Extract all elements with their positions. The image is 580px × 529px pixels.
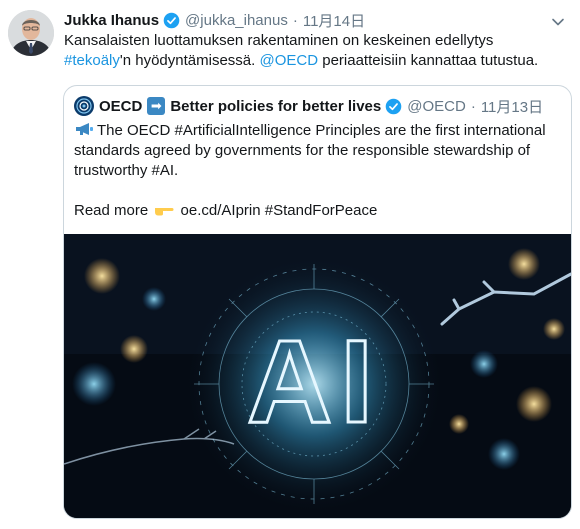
ai-artwork: AI xyxy=(64,234,571,518)
author-handle[interactable]: @jukka_ihanus xyxy=(185,12,288,29)
quoted-author-name[interactable]: OECD xyxy=(99,98,142,115)
quoted-text: The OECD #ArtificialIntelligence Princip… xyxy=(74,121,560,221)
megaphone-icon xyxy=(76,123,93,135)
avatar-portrait xyxy=(8,10,54,56)
tweet-text-part-3: periaatteisiin kannattaa tutustua. xyxy=(318,52,539,69)
tweet-text: Kansalaisten luottamuksen rakentaminen o… xyxy=(64,31,564,71)
quoted-media-image[interactable]: AI xyxy=(64,234,571,518)
verified-badge-icon xyxy=(385,98,402,114)
verified-badge-icon xyxy=(163,12,180,28)
quoted-link[interactable]: oe.cd/AIprin #StandForPeace xyxy=(181,202,378,219)
quoted-date[interactable]: 11月13日 xyxy=(481,96,543,117)
separator-dot: · xyxy=(292,11,298,29)
avatar[interactable] xyxy=(8,10,54,56)
quoted-header: OECD ➡ Better policies for better lives … xyxy=(74,95,543,117)
arrow-right-icon: ➡ xyxy=(147,97,166,115)
chevron-down-icon[interactable] xyxy=(548,12,568,32)
quoted-handle[interactable]: @OECD xyxy=(407,98,466,115)
pointing-hand-icon xyxy=(155,208,174,216)
quoted-body: The OECD #ArtificialIntelligence Princip… xyxy=(74,122,546,179)
ai-letters: AI xyxy=(247,316,381,448)
oecd-logo-icon xyxy=(74,96,94,116)
author-name[interactable]: Jukka Ihanus xyxy=(64,12,159,29)
separator-dot: · xyxy=(470,97,476,115)
tweet-text-part-2: 'n hyödyntämisessä. xyxy=(119,52,260,69)
read-more-text: Read more xyxy=(74,202,149,219)
mention-link[interactable]: @OECD xyxy=(259,52,318,69)
tweet-date[interactable]: 11月14日 xyxy=(303,10,365,31)
quoted-author-suffix[interactable]: Better policies for better lives xyxy=(170,98,381,115)
tweet-text-part-1: Kansalaisten luottamuksen rakentaminen o… xyxy=(64,32,494,49)
quoted-tweet[interactable]: OECD ➡ Better policies for better lives … xyxy=(63,85,572,519)
hashtag-link[interactable]: #tekoäly xyxy=(64,52,120,69)
tweet-header: Jukka Ihanus @jukka_ihanus · 11月14日 xyxy=(64,10,365,30)
